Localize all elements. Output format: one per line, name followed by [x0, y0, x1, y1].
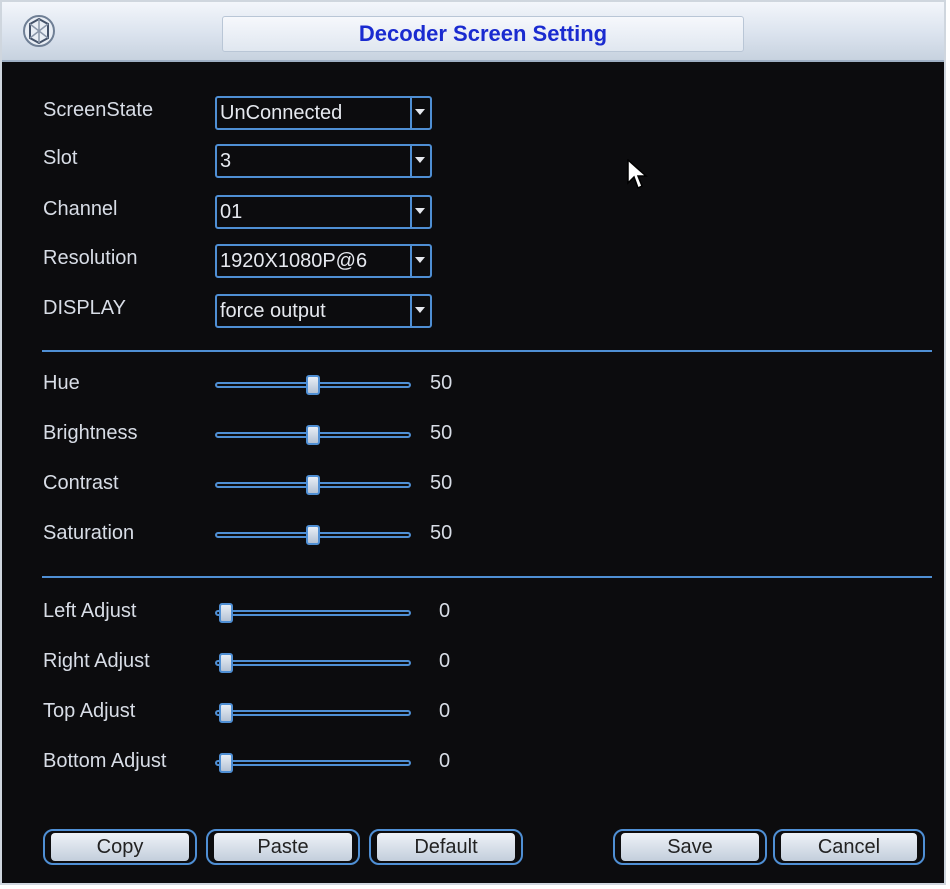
screen-state-value: UnConnected	[220, 102, 343, 124]
copy-button[interactable]: Copy	[43, 829, 197, 865]
mouse-pointer-icon	[627, 158, 649, 196]
section-divider	[42, 350, 932, 352]
slider-value: 50	[430, 472, 453, 494]
title-box: Decoder Screen Setting	[222, 16, 744, 52]
slider-label: Hue	[43, 372, 80, 394]
slider[interactable]	[215, 652, 411, 674]
slider-thumb[interactable]	[219, 703, 233, 723]
resolution-label: Resolution	[43, 247, 138, 269]
screen-state-label: ScreenState	[43, 99, 154, 121]
title-bar: Decoder Screen Setting	[2, 2, 944, 62]
cancel-button-label: Cancel	[781, 833, 917, 861]
channel-label: Channel	[43, 198, 118, 220]
slider-thumb[interactable]	[306, 375, 320, 395]
slider-track[interactable]	[215, 710, 411, 716]
section-divider	[42, 576, 932, 578]
slider[interactable]	[215, 752, 411, 774]
slider-thumb[interactable]	[219, 753, 233, 773]
resolution-select[interactable]: 1920X1080P@6	[215, 244, 432, 278]
decoder-app-icon	[20, 12, 58, 50]
slider-thumb[interactable]	[306, 525, 320, 545]
slider-value: 50	[430, 422, 453, 444]
chevron-down-icon[interactable]	[410, 146, 430, 176]
channel-value: 01	[220, 201, 243, 223]
slider-thumb[interactable]	[219, 653, 233, 673]
paste-button[interactable]: Paste	[206, 829, 360, 865]
display-select[interactable]: force output	[215, 294, 432, 328]
resolution-value: 1920X1080P@6	[220, 250, 368, 272]
slot-value: 3	[220, 150, 232, 172]
cancel-button[interactable]: Cancel	[773, 829, 925, 865]
slider-label: Contrast	[43, 472, 119, 494]
slider-track[interactable]	[215, 660, 411, 666]
slider-label: Right Adjust	[43, 650, 150, 672]
slider[interactable]	[215, 424, 411, 446]
chevron-down-icon[interactable]	[410, 246, 430, 276]
slider-label: Bottom Adjust	[43, 750, 167, 772]
slider-label: Saturation	[43, 522, 135, 544]
chevron-down-icon[interactable]	[410, 98, 430, 128]
slider-track[interactable]	[215, 610, 411, 616]
save-button-label: Save	[621, 833, 759, 861]
slider-label: Brightness	[43, 422, 138, 444]
window-title: Decoder Screen Setting	[358, 21, 608, 46]
slider-label: Left Adjust	[43, 600, 137, 622]
slider-value: 0	[439, 750, 451, 772]
slider-value: 0	[439, 600, 451, 622]
slider[interactable]	[215, 474, 411, 496]
default-button-label: Default	[377, 833, 515, 861]
slider-track[interactable]	[215, 760, 411, 766]
slot-select[interactable]: 3	[215, 144, 432, 178]
default-button[interactable]: Default	[369, 829, 523, 865]
slider[interactable]	[215, 602, 411, 624]
display-value: force output	[220, 300, 326, 322]
slider[interactable]	[215, 374, 411, 396]
screen-state-select[interactable]: UnConnected	[215, 96, 432, 130]
decoder-screen-setting-dialog: Decoder Screen Setting ScreenState UnCon…	[0, 0, 946, 885]
slider[interactable]	[215, 702, 411, 724]
slider-thumb[interactable]	[219, 603, 233, 623]
slider-value: 50	[430, 522, 453, 544]
slider-value: 0	[439, 650, 451, 672]
chevron-down-icon[interactable]	[410, 296, 430, 326]
save-button[interactable]: Save	[613, 829, 767, 865]
slider-value: 50	[430, 372, 453, 394]
copy-button-label: Copy	[51, 833, 189, 861]
paste-button-label: Paste	[214, 833, 352, 861]
slot-label: Slot	[43, 147, 78, 169]
slider-thumb[interactable]	[306, 425, 320, 445]
channel-select[interactable]: 01	[215, 195, 432, 229]
chevron-down-icon[interactable]	[410, 197, 430, 227]
slider-value: 0	[439, 700, 451, 722]
slider-label: Top Adjust	[43, 700, 136, 722]
slider-thumb[interactable]	[306, 475, 320, 495]
slider[interactable]	[215, 524, 411, 546]
display-label: DISPLAY	[43, 297, 126, 319]
